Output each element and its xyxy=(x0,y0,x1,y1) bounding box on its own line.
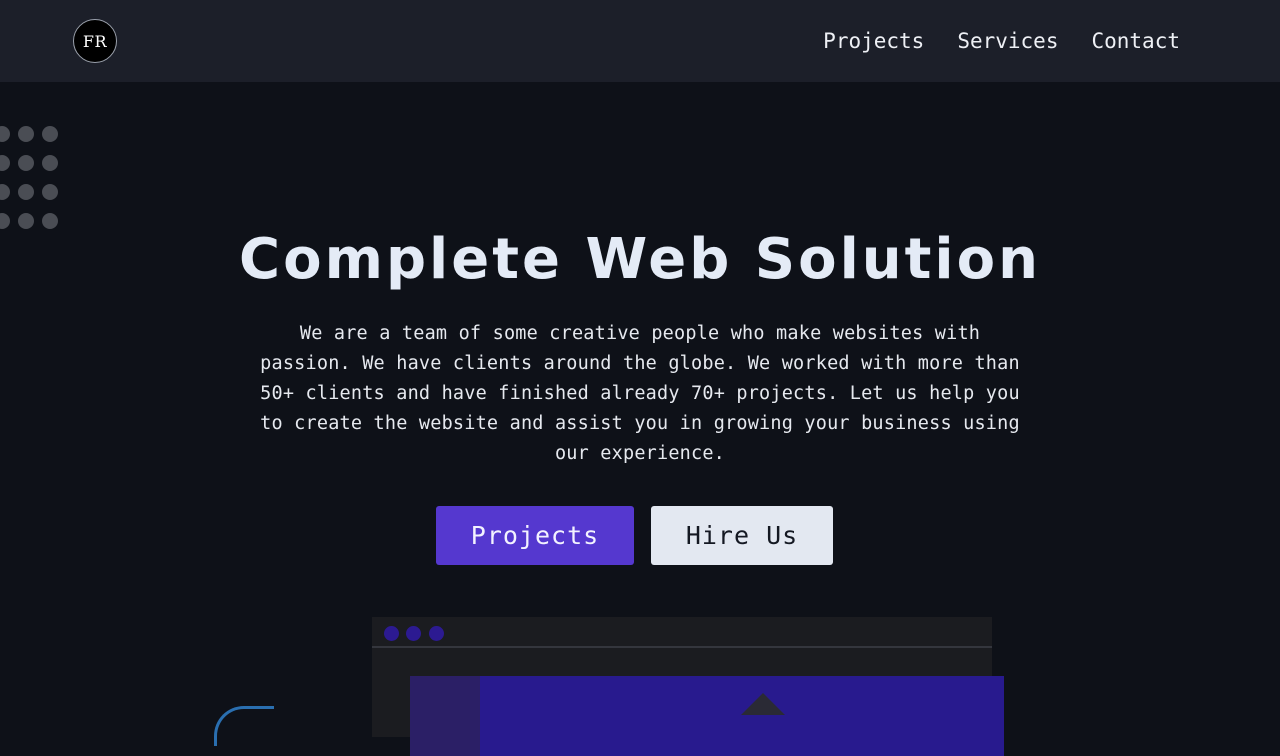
decorative-dot xyxy=(0,155,10,171)
mockup-window-dot xyxy=(429,626,444,641)
decorative-curve xyxy=(214,706,274,746)
mockup-window-dot xyxy=(384,626,399,641)
decorative-dot xyxy=(42,184,58,200)
decorative-dot xyxy=(18,184,34,200)
mockup-sidebar xyxy=(410,676,480,756)
logo[interactable]: FR xyxy=(73,19,117,63)
browser-mockup-illustration xyxy=(372,617,1004,756)
decorative-dot xyxy=(18,126,34,142)
nav-links: Projects Services Contact xyxy=(823,27,1180,55)
decorative-dot xyxy=(0,126,10,142)
decorative-dot-grid xyxy=(0,126,58,229)
hero-title: Complete Web Solution xyxy=(239,227,1041,292)
projects-button[interactable]: Projects xyxy=(436,506,634,565)
decorative-dot xyxy=(42,155,58,171)
nav-link-projects[interactable]: Projects xyxy=(823,27,924,55)
decorative-dot xyxy=(0,184,10,200)
mockup-title-bar xyxy=(372,617,992,648)
hero-description: We are a team of some creative people wh… xyxy=(260,323,1020,464)
hire-us-button[interactable]: Hire Us xyxy=(651,506,833,565)
navbar: FR Projects Services Contact xyxy=(0,0,1280,82)
decorative-dot xyxy=(18,155,34,171)
mockup-content xyxy=(410,676,1004,756)
decorative-dot xyxy=(42,126,58,142)
nav-link-services[interactable]: Services xyxy=(957,27,1058,55)
nav-link-contact[interactable]: Contact xyxy=(1091,27,1180,55)
mockup-window-dot xyxy=(406,626,421,641)
mockup-triangle-shape xyxy=(741,693,785,715)
